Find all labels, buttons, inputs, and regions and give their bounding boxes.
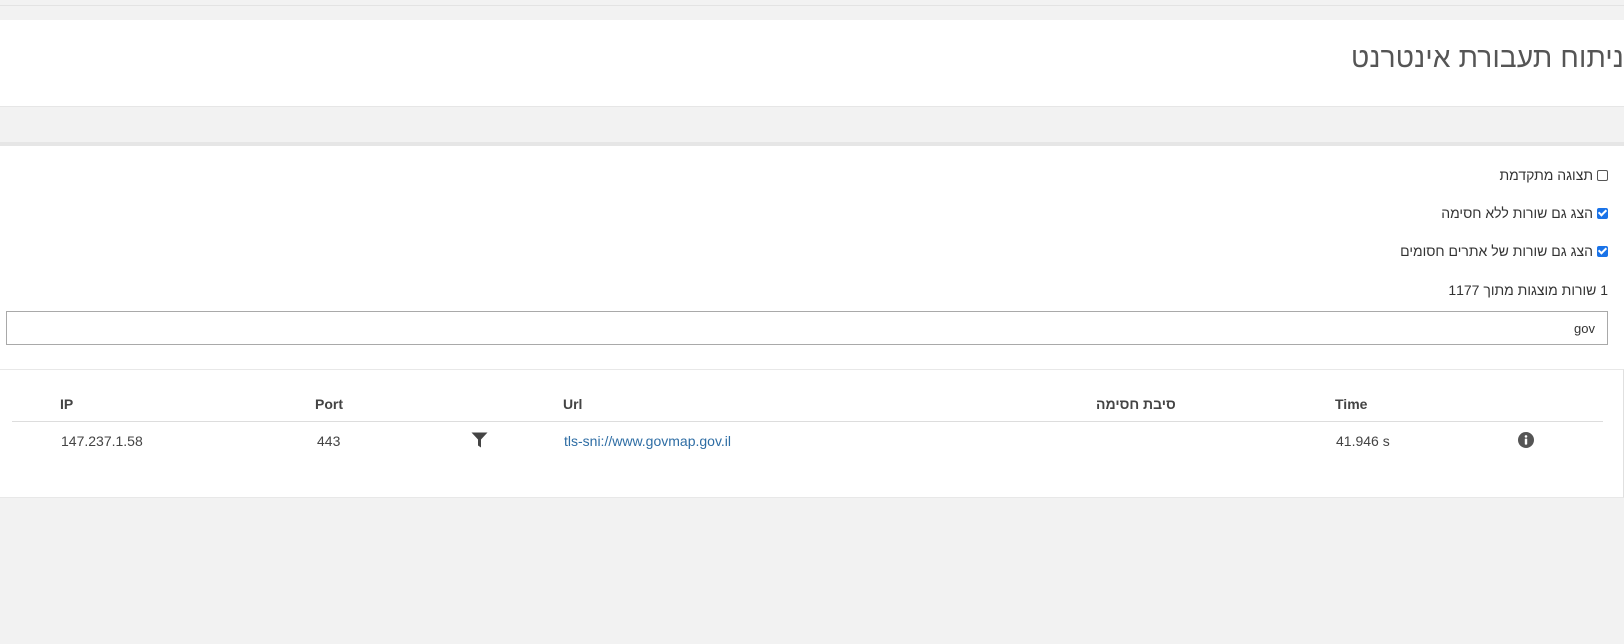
show-unblocked-label: הצג גם שורות ללא חסימה — [1441, 205, 1593, 221]
search-input[interactable] — [6, 311, 1608, 345]
filter-icon[interactable] — [471, 432, 488, 453]
top-strip — [0, 0, 1624, 6]
show-blocked-checkbox[interactable] — [1597, 245, 1608, 257]
cell-time: 41.946 s — [1336, 433, 1390, 449]
column-header-ip[interactable]: IP — [60, 396, 73, 412]
advanced-view-checkbox[interactable] — [1597, 169, 1608, 181]
column-header-url[interactable]: Url — [563, 396, 582, 412]
rows-count: 1 שורות מוצגות מתוך 1177 — [1448, 282, 1608, 298]
option-show-unblocked-rows[interactable]: הצג גם שורות ללא חסימה — [1441, 205, 1608, 221]
info-circle-icon[interactable] — [1518, 432, 1534, 453]
cell-url-link[interactable]: tls-sni://www.govmap.gov.il — [564, 433, 731, 449]
option-advanced-view[interactable]: תצוגה מתקדמת — [1499, 167, 1608, 183]
column-header-port[interactable]: Port — [315, 396, 343, 412]
cell-port: 443 — [317, 433, 341, 449]
show-unblocked-checkbox[interactable] — [1597, 207, 1608, 219]
advanced-view-label: תצוגה מתקדמת — [1499, 167, 1593, 183]
cell-ip: 147.237.1.58 — [61, 433, 143, 449]
column-header-time[interactable]: Time — [1335, 396, 1367, 412]
column-header-block-reason[interactable]: סיבת חסימה — [1096, 396, 1176, 412]
header-divider — [12, 421, 1603, 422]
title-panel: ניתוח תעבורת אינטרנט — [0, 20, 1624, 107]
option-show-blocked-sites[interactable]: הצג גם שורות של אתרים חסומים — [1400, 243, 1608, 259]
results-table: IP Port Url סיבת חסימה Time 147.237.1.58… — [0, 369, 1624, 498]
page-title: ניתוח תעבורת אינטרנט — [1351, 42, 1624, 73]
show-blocked-label: הצג גם שורות של אתרים חסומים — [1400, 243, 1593, 259]
